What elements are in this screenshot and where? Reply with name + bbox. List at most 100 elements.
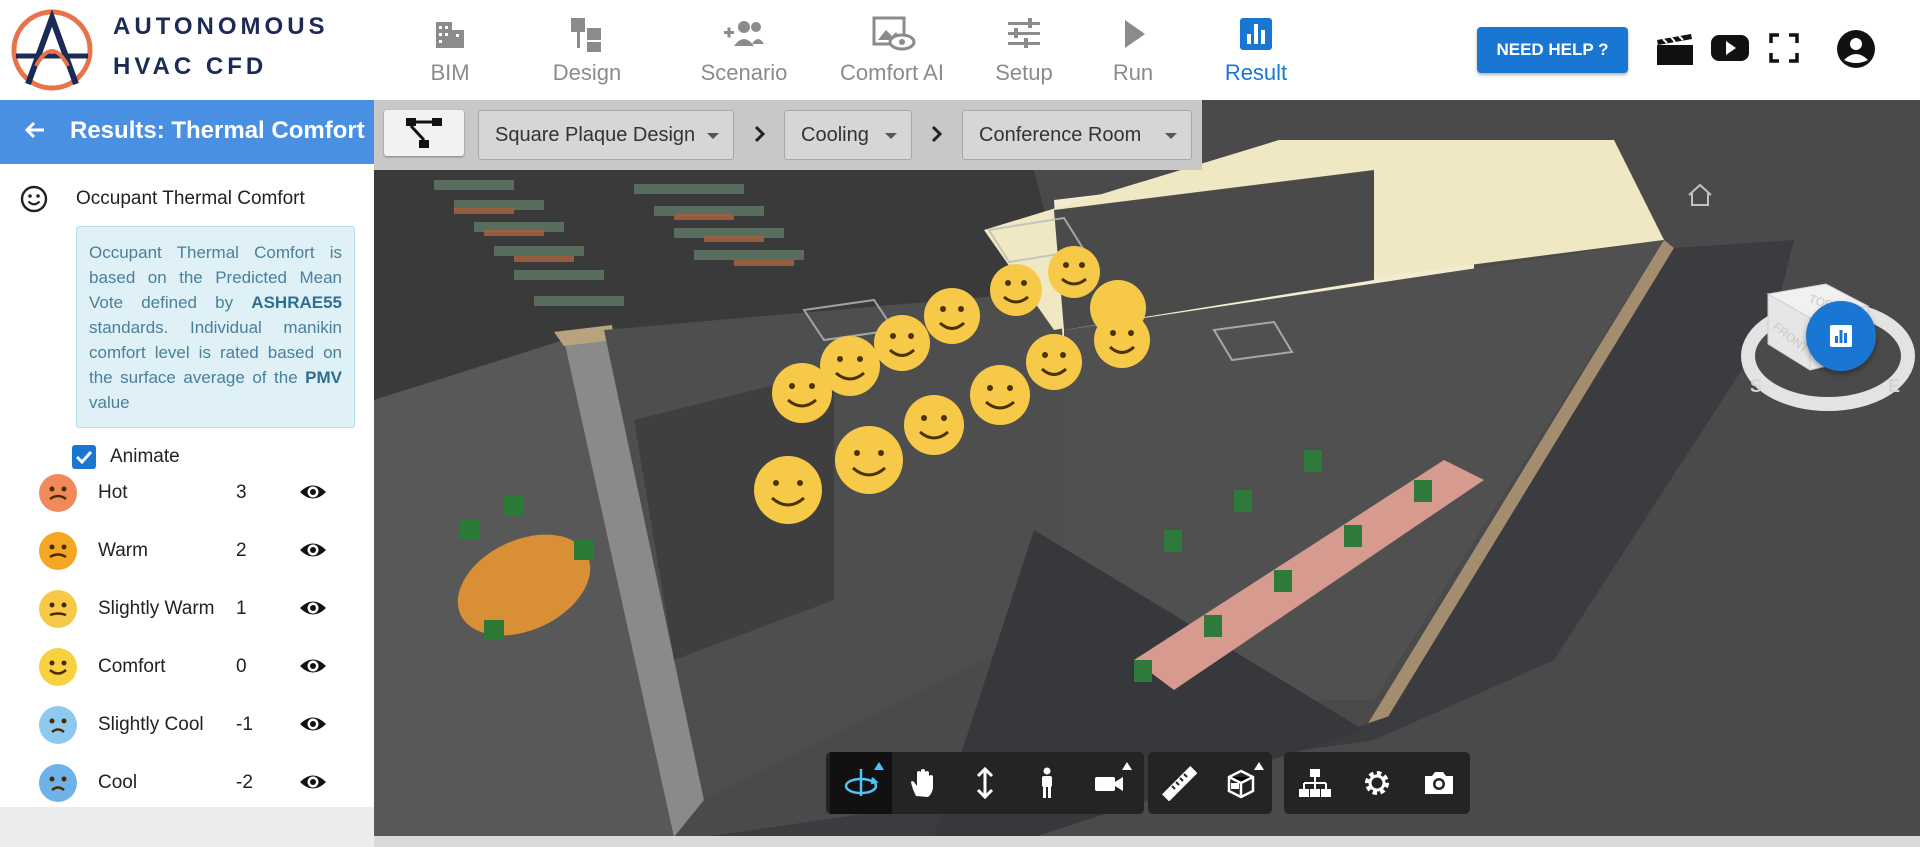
- comfort-level-value: -1: [236, 714, 253, 735]
- design-dropdown[interactable]: Square Plaque Design: [478, 110, 734, 160]
- scenario-dropdown[interactable]: Cooling: [784, 110, 912, 160]
- logo-icon: [11, 9, 93, 91]
- orbit-button[interactable]: [830, 752, 892, 814]
- info-box: Occupant Thermal Comfort is based on the…: [76, 226, 355, 428]
- comfort-level-name: Slightly Cool: [98, 714, 204, 735]
- comfort-level-name: Comfort: [98, 656, 166, 677]
- comfort-level-value: 2: [236, 540, 247, 561]
- room-dropdown[interactable]: Conference Room: [962, 110, 1192, 160]
- home-view-icon[interactable]: [1686, 182, 1714, 208]
- comfort-level-value: 0: [236, 656, 247, 677]
- orbit-icon: [844, 769, 879, 796]
- results-chart-button[interactable]: [1806, 301, 1876, 371]
- chevron-down-icon: [885, 133, 897, 139]
- comfort-level-value: -2: [236, 772, 253, 793]
- panel-title: Results: Thermal Comfort: [70, 117, 365, 144]
- measure-button[interactable]: [1148, 752, 1210, 814]
- settings-gear-icon: [1365, 771, 1389, 795]
- fullscreen-icon[interactable]: [1768, 32, 1800, 64]
- play-icon: [1125, 20, 1145, 48]
- view-toolbar: [1284, 752, 1470, 814]
- nav-bim-label: BIM: [430, 60, 470, 85]
- brand-line1: AUTONOMOUS: [113, 13, 329, 40]
- eye-image-icon: [872, 16, 916, 51]
- results-panel: Results: Thermal Comfort Occupant Therma…: [0, 100, 374, 847]
- visibility-eye-icon[interactable]: [298, 713, 328, 735]
- comfort-level-row: Slightly Cool -1: [0, 697, 374, 753]
- bar-chart-icon: [1240, 18, 1272, 50]
- submenu-indicator: [1122, 762, 1132, 770]
- nav-bim[interactable]: BIM: [400, 6, 500, 96]
- comfort-level-name: Cool: [98, 772, 138, 793]
- walk-person-icon: [1042, 767, 1052, 798]
- emoji-face-icon: [39, 764, 77, 802]
- hierarchy-icon: [406, 118, 442, 148]
- nav-scenario-label: Scenario: [700, 60, 788, 85]
- hierarchy-button[interactable]: [384, 110, 464, 156]
- nav-setup[interactable]: Setup: [984, 6, 1064, 96]
- section-box-icon: [1227, 769, 1255, 799]
- design-icon: [571, 18, 601, 52]
- back-arrow-icon[interactable]: [22, 117, 48, 143]
- visibility-eye-icon[interactable]: [298, 481, 328, 503]
- youtube-icon[interactable]: [1710, 30, 1750, 66]
- measure-toolbar: [1148, 752, 1272, 814]
- nav-result[interactable]: Result: [1216, 6, 1296, 96]
- nav-scenario[interactable]: Scenario: [694, 6, 794, 96]
- camera-video-icon: [1095, 777, 1123, 791]
- comfort-level-row: Cool -2: [0, 755, 374, 811]
- zoom-button[interactable]: [954, 752, 1016, 814]
- section-button[interactable]: [1210, 752, 1272, 814]
- nav-design-label: Design: [552, 60, 622, 85]
- nav-comfort-ai[interactable]: Comfort AI: [832, 6, 952, 96]
- comfort-level-value: 1: [236, 598, 247, 619]
- screenshot-button[interactable]: [1408, 752, 1470, 814]
- chevron-right-icon: [931, 125, 943, 143]
- visibility-eye-icon[interactable]: [298, 655, 328, 677]
- panel-header: Results: Thermal Comfort: [0, 100, 374, 164]
- zoom-vertical-icon: [976, 766, 994, 800]
- info-bold-pmv: PMV: [305, 368, 342, 387]
- comfort-level-name: Warm: [98, 540, 148, 561]
- emoji-face-icon: [39, 648, 77, 686]
- settings-button[interactable]: [1346, 752, 1408, 814]
- svg-text:E: E: [1888, 376, 1900, 396]
- chevron-down-icon: [707, 133, 719, 139]
- account-icon[interactable]: [1836, 29, 1876, 69]
- occupant-comfort-section[interactable]: Occupant Thermal Comfort: [20, 183, 360, 213]
- emoji-face-icon: [39, 590, 77, 628]
- info-text-3: value: [89, 393, 130, 412]
- submenu-indicator: [1254, 762, 1264, 770]
- brand-name: AUTONOMOUS HVAC CFD: [113, 12, 329, 82]
- emoji-face-icon: [39, 474, 77, 512]
- nav-comfort-ai-label: Comfort AI: [840, 60, 944, 85]
- model-tree-button[interactable]: [1284, 752, 1346, 814]
- pan-button[interactable]: [892, 752, 954, 814]
- comfort-level-name: Slightly Warm: [98, 598, 215, 619]
- model-tree-icon: [1299, 769, 1331, 797]
- clapperboard-icon[interactable]: [1655, 30, 1695, 66]
- chevron-down-icon: [1165, 133, 1177, 139]
- visibility-eye-icon[interactable]: [298, 597, 328, 619]
- nav-design[interactable]: Design: [537, 6, 637, 96]
- walk-button[interactable]: [1016, 752, 1078, 814]
- camera-button[interactable]: [1078, 752, 1140, 814]
- emoji-face-icon: [39, 532, 77, 570]
- building-icon: [436, 22, 464, 48]
- visibility-eye-icon[interactable]: [298, 771, 328, 793]
- breadcrumb: Square Plaque Design Cooling Conference …: [374, 100, 1202, 170]
- visibility-eye-icon[interactable]: [298, 539, 328, 561]
- app-window: AUTONOMOUS HVAC CFD BIM Design Scenario …: [0, 0, 1920, 847]
- need-help-button[interactable]: NEED HELP ?: [1477, 27, 1628, 73]
- scenario-dropdown-value: Cooling: [801, 124, 869, 146]
- nav-run[interactable]: Run: [1103, 6, 1163, 96]
- 3d-viewport[interactable]: [374, 100, 1920, 837]
- comfort-level-row: Slightly Warm 1: [0, 581, 374, 637]
- comfort-level-row: Hot 3: [0, 465, 374, 521]
- screenshot-camera-icon: [1425, 772, 1453, 794]
- info-bold-ashrae: ASHRAE55: [251, 293, 342, 312]
- nav-result-label: Result: [1224, 60, 1288, 85]
- comfort-level-name: Hot: [98, 482, 128, 503]
- chevron-right-icon: [754, 125, 766, 143]
- bar-chart-icon: [1830, 325, 1852, 347]
